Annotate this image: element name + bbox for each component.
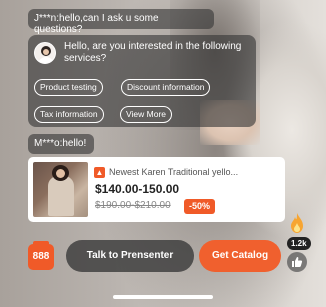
option-tax-information[interactable]: Tax information xyxy=(34,106,104,123)
welcome-text: Hello, are you interested in the followi… xyxy=(64,41,242,64)
product-card[interactable]: ▲ Newest Karen Traditional yello... $140… xyxy=(28,157,285,222)
chat-message-text: M***o:hello! xyxy=(34,138,87,149)
like-button[interactable] xyxy=(287,252,307,272)
like-count: 1.2k xyxy=(287,237,311,250)
chat-message-hello: M***o:hello! xyxy=(28,134,94,154)
option-product-testing[interactable]: Product testing xyxy=(34,79,103,96)
presenter-avatar xyxy=(34,42,56,64)
option-discount-information[interactable]: Discount information xyxy=(121,79,211,96)
shop-badge[interactable]: 888 xyxy=(28,241,54,270)
welcome-message-card: Hello, are you interested in the followi… xyxy=(28,35,256,127)
home-indicator xyxy=(113,295,213,299)
product-title: Newest Karen Traditional yello... xyxy=(109,167,239,177)
product-image[interactable] xyxy=(33,162,88,217)
chat-message-question: J***n:hello,can I ask u some questions? xyxy=(28,9,214,35)
product-original-price: $190.00-$210.00 xyxy=(95,200,171,211)
thumbs-up-icon xyxy=(292,257,303,267)
get-catalog-button[interactable]: Get Catalog xyxy=(199,240,281,272)
option-view-more[interactable]: View More xyxy=(120,106,172,123)
fire-icon: ▲ xyxy=(94,167,105,178)
product-price: $140.00-150.00 xyxy=(95,182,180,196)
talk-to-presenter-button[interactable]: Talk to Prensenter xyxy=(66,240,194,272)
flame-icon xyxy=(291,213,303,233)
discount-badge: -50% xyxy=(184,199,216,214)
